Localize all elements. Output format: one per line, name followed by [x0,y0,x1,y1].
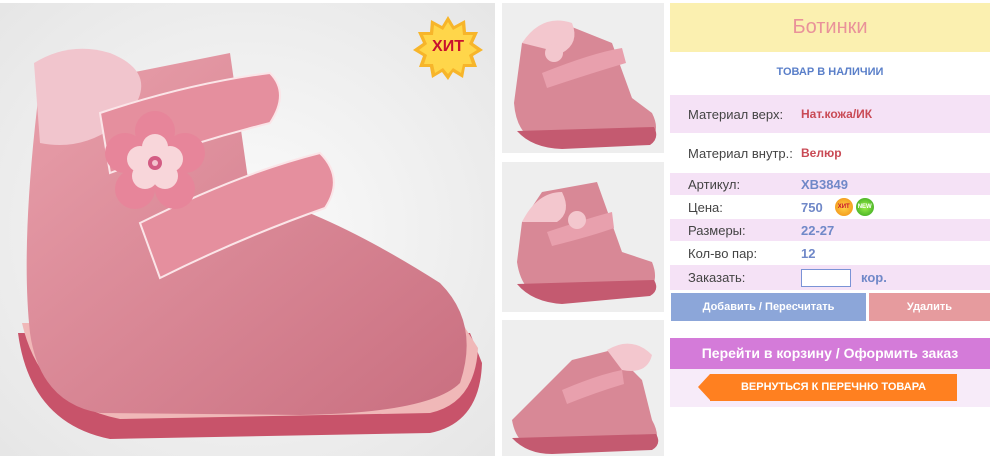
order-row: Заказать: кор. [670,265,990,290]
thumbnail-2[interactable] [502,162,664,312]
hit-starburst-icon: ХИТ [413,16,483,80]
order-unit: кор. [861,270,887,285]
spec-value: Велюр [801,146,842,160]
spec-value: Нат.кожа/ИК [801,107,873,121]
spec-value: 750 [801,199,823,215]
order-label: Заказать: [688,270,746,285]
hit-badge-icon: ХИТ [834,198,853,216]
thumbnail-3[interactable] [502,320,664,456]
order-quantity-input[interactable] [801,268,851,287]
spec-label: Размеры: [688,222,746,238]
left-arrow-icon[interactable] [698,374,710,400]
spec-row-material-inner: Материал внутр.: Велюр [670,135,990,171]
spec-value: ХВ3849 [801,176,848,192]
spec-label: Материал внутр.: [688,145,793,161]
spec-row-pairs: Кол-во пар: 12 [670,242,990,264]
spec-label: Цена: [688,199,723,215]
thumbnail-1[interactable] [502,3,664,153]
spec-row-article: Артикул: ХВ3849 [670,173,990,195]
stock-status: ТОВАР В НАЛИЧИИ [776,66,884,78]
delete-button[interactable]: Удалить [869,293,990,321]
add-recalculate-button[interactable]: Добавить / Пересчитать [671,293,866,321]
spec-label: Материал верх: [688,106,784,122]
new-badge-icon: NEW [855,198,874,216]
spec-row-price: Цена: 750 ХИТ NEW [670,196,990,218]
go-to-cart-button[interactable]: Перейти в корзину / Оформить заказ [670,338,990,369]
product-title: Ботинки [670,3,990,52]
hit-badge-label: ХИТ [432,38,464,55]
spec-row-sizes: Размеры: 22-27 [670,219,990,241]
spec-value: 12 [801,245,816,261]
back-to-list-button[interactable]: ВЕРНУТЬСЯ К ПЕРЕЧНЮ ТОВАРА [710,374,957,401]
spec-label: Артикул: [688,176,741,192]
spec-row-material-top: Материал верх: Нат.кожа/ИК [670,95,990,133]
spec-value: 22-27 [801,222,835,238]
spec-label: Кол-во пар: [688,245,758,261]
